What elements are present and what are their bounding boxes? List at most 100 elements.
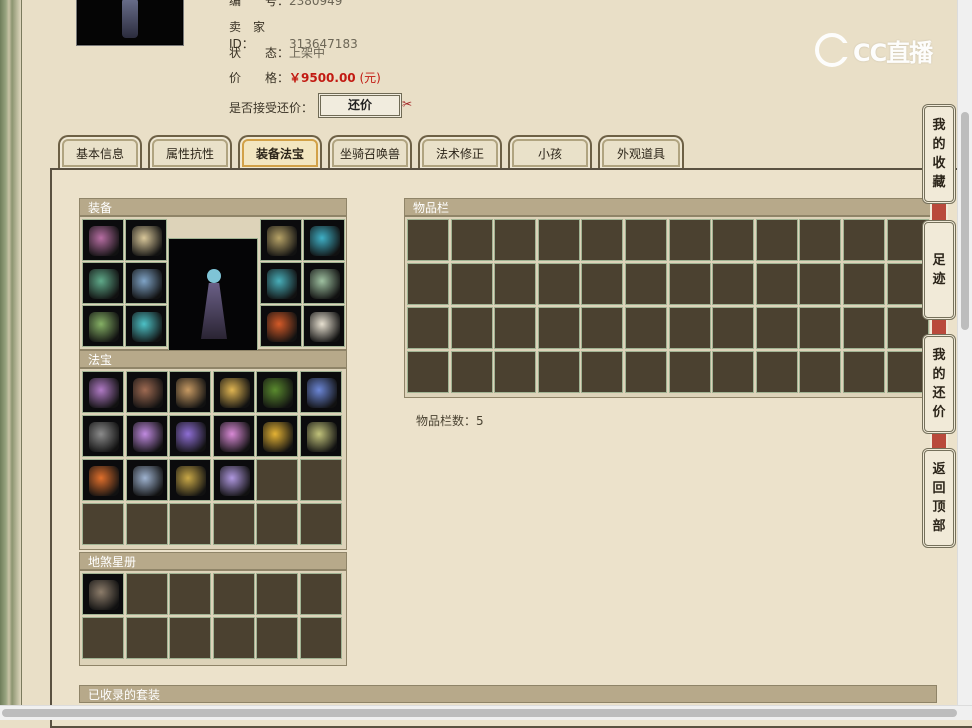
treasure-item[interactable] — [169, 459, 211, 501]
empty-slot[interactable] — [169, 573, 211, 615]
empty-slot[interactable] — [82, 503, 124, 545]
empty-slot[interactable] — [668, 263, 711, 305]
empty-slot[interactable] — [82, 617, 124, 659]
empty-slot[interactable] — [494, 307, 537, 349]
empty-slot[interactable] — [799, 219, 842, 261]
empty-slot[interactable] — [581, 219, 624, 261]
empty-slot[interactable] — [299, 617, 342, 659]
star-book-item[interactable] — [82, 573, 124, 615]
empty-slot[interactable] — [712, 351, 755, 393]
empty-slot[interactable] — [799, 263, 842, 305]
treasure-item[interactable] — [169, 415, 211, 457]
empty-slot[interactable] — [450, 307, 493, 349]
treasure-item[interactable] — [212, 415, 255, 457]
treasure-item[interactable] — [82, 459, 124, 501]
equipment-item[interactable] — [125, 262, 167, 304]
back-to-top-button[interactable]: 返 回 顶 部 — [922, 448, 956, 548]
treasure-item[interactable] — [256, 371, 298, 413]
empty-slot[interactable] — [581, 351, 624, 393]
empty-slot[interactable] — [450, 351, 493, 393]
treasure-item[interactable] — [256, 415, 298, 457]
tab-children[interactable]: 小孩 — [508, 135, 592, 169]
empty-slot[interactable] — [494, 219, 537, 261]
treasure-item[interactable] — [125, 371, 168, 413]
empty-slot[interactable] — [407, 263, 449, 305]
equipment-item[interactable] — [303, 219, 345, 261]
treasure-item[interactable] — [125, 415, 168, 457]
empty-slot[interactable] — [256, 617, 298, 659]
empty-slot[interactable] — [712, 307, 755, 349]
empty-slot[interactable] — [537, 351, 580, 393]
empty-slot[interactable] — [212, 503, 255, 545]
empty-slot[interactable] — [125, 503, 168, 545]
empty-slot[interactable] — [712, 263, 755, 305]
equipment-item[interactable] — [125, 219, 167, 261]
equipment-item[interactable] — [82, 262, 124, 304]
empty-slot[interactable] — [668, 219, 711, 261]
equipment-item[interactable] — [303, 305, 345, 347]
empty-slot[interactable] — [668, 307, 711, 349]
equipment-item[interactable] — [260, 219, 302, 261]
treasure-item[interactable] — [299, 371, 342, 413]
empty-slot[interactable] — [299, 503, 342, 545]
tab-mounts-pets[interactable]: 坐骑召唤兽 — [328, 135, 412, 169]
empty-slot[interactable] — [299, 459, 342, 501]
empty-slot[interactable] — [125, 573, 168, 615]
equipment-item[interactable] — [82, 305, 124, 347]
treasure-item[interactable] — [169, 371, 211, 413]
treasure-item[interactable] — [125, 459, 168, 501]
empty-slot[interactable] — [755, 263, 798, 305]
empty-slot[interactable] — [256, 459, 298, 501]
empty-slot[interactable] — [407, 219, 449, 261]
equipment-item[interactable] — [260, 262, 302, 304]
treasure-item[interactable] — [212, 371, 255, 413]
empty-slot[interactable] — [407, 307, 449, 349]
treasure-item[interactable] — [82, 415, 124, 457]
equipment-item[interactable] — [125, 305, 167, 347]
treasure-item[interactable] — [299, 415, 342, 457]
empty-slot[interactable] — [537, 263, 580, 305]
empty-slot[interactable] — [125, 617, 168, 659]
empty-slot[interactable] — [625, 219, 667, 261]
empty-slot[interactable] — [169, 617, 211, 659]
tab-equipment[interactable]: 装备法宝 — [238, 135, 322, 169]
empty-slot[interactable] — [755, 307, 798, 349]
equipment-item[interactable] — [82, 219, 124, 261]
tab-attributes[interactable]: 属性抗性 — [148, 135, 232, 169]
empty-slot[interactable] — [843, 351, 885, 393]
empty-slot[interactable] — [755, 219, 798, 261]
empty-slot[interactable] — [799, 307, 842, 349]
empty-slot[interactable] — [843, 219, 885, 261]
empty-slot[interactable] — [581, 307, 624, 349]
empty-slot[interactable] — [169, 503, 211, 545]
treasure-item[interactable] — [82, 371, 124, 413]
empty-slot[interactable] — [256, 573, 298, 615]
empty-slot[interactable] — [299, 573, 342, 615]
horizontal-scrollbar[interactable] — [0, 705, 972, 720]
empty-slot[interactable] — [494, 263, 537, 305]
empty-slot[interactable] — [668, 351, 711, 393]
horizontal-scroll-thumb[interactable] — [2, 709, 957, 717]
empty-slot[interactable] — [581, 263, 624, 305]
empty-slot[interactable] — [537, 219, 580, 261]
tab-basic-info[interactable]: 基本信息 — [58, 135, 142, 169]
tab-appearance-items[interactable]: 外观道具 — [598, 135, 684, 169]
equipment-item[interactable] — [260, 305, 302, 347]
vertical-scroll-thumb[interactable] — [961, 112, 969, 330]
empty-slot[interactable] — [407, 351, 449, 393]
empty-slot[interactable] — [755, 351, 798, 393]
empty-slot[interactable] — [450, 219, 493, 261]
footprints-button[interactable]: 足 迹 — [922, 220, 956, 320]
my-offers-button[interactable]: 我 的 还 价 — [922, 334, 956, 434]
treasure-item[interactable] — [212, 459, 255, 501]
empty-slot[interactable] — [625, 263, 667, 305]
empty-slot[interactable] — [843, 307, 885, 349]
vertical-scrollbar[interactable] — [957, 0, 972, 706]
empty-slot[interactable] — [625, 351, 667, 393]
tab-spell-modifiers[interactable]: 法术修正 — [418, 135, 502, 169]
empty-slot[interactable] — [212, 573, 255, 615]
my-favorites-button[interactable]: 我 的 收 藏 — [922, 104, 956, 204]
empty-slot[interactable] — [625, 307, 667, 349]
empty-slot[interactable] — [799, 351, 842, 393]
empty-slot[interactable] — [256, 503, 298, 545]
